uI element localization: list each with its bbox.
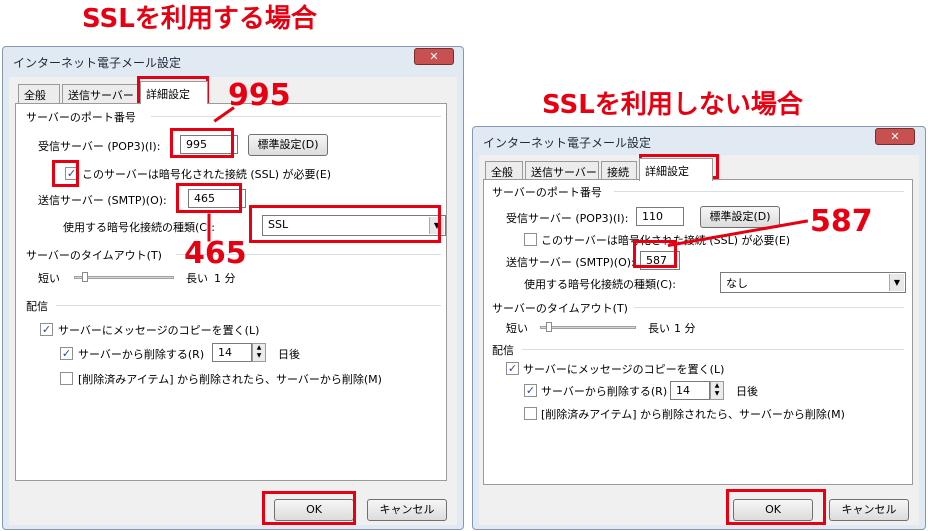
right-remove-after-checkbox[interactable]: ✓: [524, 384, 537, 397]
left-default-button[interactable]: 標準設定(D): [248, 134, 328, 156]
right-leave-copy-checkbox[interactable]: ✓: [506, 362, 519, 375]
left-leave-copy-label: サーバーにメッセージのコピーを置く(L): [58, 324, 260, 337]
left-days-input[interactable]: 14: [212, 343, 252, 362]
right-smtp-label: 送信サーバー (SMTP)(O):: [506, 256, 635, 269]
right-delivery-section: 配信: [492, 344, 514, 357]
right-highlight-ok: [726, 489, 826, 525]
left-timeout-value: 1 分: [214, 272, 236, 285]
right-callout-587: 587: [810, 204, 873, 239]
right-short-label: 短い: [506, 322, 528, 335]
left-days-unit: 日後: [278, 348, 300, 361]
right-dialog: インターネット電子メール設定 全般 送信サーバー 接続 詳細設定 サーバーのポー…: [472, 126, 926, 530]
right-remove-after-label: サーバーから削除する(R): [541, 385, 668, 398]
right-tab-connection[interactable]: 接続: [601, 161, 637, 180]
left-tab-general[interactable]: 全般: [18, 84, 60, 103]
right-days-unit: 日後: [736, 385, 758, 398]
left-highlight-pop: [170, 128, 234, 158]
left-remove-deleted-label: [削除済みアイテム] から削除されたら、サーバーから削除(M): [78, 373, 382, 386]
left-remove-after-checkbox[interactable]: ✓: [60, 347, 73, 360]
left-highlight-enc: [249, 205, 441, 243]
left-pop-label: 受信サーバー (POP3)(I):: [38, 140, 161, 153]
right-remove-deleted-label: [削除済みアイテム] から削除されたら、サーバーから削除(M): [541, 408, 845, 421]
left-long-label: 長い: [186, 272, 208, 285]
left-port-section: サーバーのポート番号: [26, 111, 136, 124]
right-days-input[interactable]: 14: [670, 381, 710, 400]
left-arrow-465: [207, 213, 211, 242]
right-tab-advanced[interactable]: 詳細設定: [639, 158, 713, 181]
right-pop-label: 受信サーバー (POP3)(I):: [506, 212, 629, 225]
left-highlight-ssl-check: [52, 160, 79, 187]
left-smtp-label: 送信サーバー (SMTP)(O):: [38, 194, 167, 207]
right-tab-general[interactable]: 全般: [485, 161, 523, 180]
left-timeout-slider[interactable]: [74, 276, 174, 279]
left-tab-outgoing[interactable]: 送信サーバー: [62, 84, 138, 103]
left-callout-465: 465: [184, 236, 247, 271]
right-leave-copy-label: サーバーにメッセージのコピーを置く(L): [523, 363, 725, 376]
left-enc-label: 使用する暗号化接続の種類(C):: [63, 221, 215, 234]
right-close-icon[interactable]: ✕: [875, 128, 915, 145]
right-default-button[interactable]: 標準設定(D): [700, 206, 780, 228]
left-short-label: 短い: [38, 272, 60, 285]
right-ssl-checkbox[interactable]: [524, 233, 537, 246]
left-cancel-button[interactable]: キャンセル: [367, 499, 447, 521]
left-highlight-smtp: [176, 183, 242, 213]
left-delivery-section: 配信: [26, 300, 48, 313]
right-tab-outgoing[interactable]: 送信サーバー: [525, 161, 599, 180]
left-dialog: インターネット電子メール設定 全般 送信サーバー 詳細設定 サーバーのポート番号…: [2, 46, 464, 530]
left-days-spinner[interactable]: ▲ ▼: [252, 343, 266, 362]
left-close-icon[interactable]: ✕: [414, 48, 454, 65]
right-enc-label: 使用する暗号化接続の種類(C):: [524, 278, 676, 291]
left-timeout-section: サーバーのタイムアウト(T): [26, 249, 162, 262]
left-tab-advanced[interactable]: 詳細設定: [140, 81, 208, 104]
left-remove-after-label: サーバーから削除する(R): [78, 348, 205, 361]
heading-ssl: SSLを利用する場合: [82, 4, 317, 34]
heading-no-ssl: SSLを利用しない場合: [542, 90, 803, 120]
right-long-label: 長い: [648, 322, 670, 335]
left-callout-995: 995: [228, 78, 291, 113]
right-enc-dropdown-icon[interactable]: ▼: [889, 274, 904, 291]
right-title: インターネット電子メール設定: [483, 136, 652, 150]
left-ssl-label: このサーバーは暗号化された接続 (SSL) が必要(E): [82, 168, 332, 181]
right-timeout-slider[interactable]: [540, 326, 636, 329]
right-enc-select[interactable]: なし ▼: [720, 272, 906, 293]
right-timeout-value: 1 分: [674, 322, 696, 335]
right-remove-deleted-checkbox[interactable]: [524, 407, 537, 420]
left-remove-deleted-checkbox[interactable]: [60, 372, 73, 385]
right-timeout-section: サーバーのタイムアウト(T): [492, 302, 628, 315]
right-cancel-button[interactable]: キャンセル: [829, 499, 909, 521]
right-days-spinner[interactable]: ▲ ▼: [710, 381, 724, 400]
left-highlight-ok: [262, 491, 356, 525]
left-panel: サーバーのポート番号 受信サーバー (POP3)(I): 995 標準設定(D)…: [15, 103, 447, 481]
right-pop-input[interactable]: 110: [636, 207, 684, 226]
right-enc-value: なし: [726, 277, 748, 290]
left-title: インターネット電子メール設定: [13, 56, 182, 70]
left-leave-copy-checkbox[interactable]: ✓: [40, 323, 53, 336]
left-timeout-thumb[interactable]: [82, 272, 88, 282]
right-port-section: サーバーのポート番号: [492, 186, 602, 199]
right-timeout-thumb[interactable]: [546, 322, 552, 332]
